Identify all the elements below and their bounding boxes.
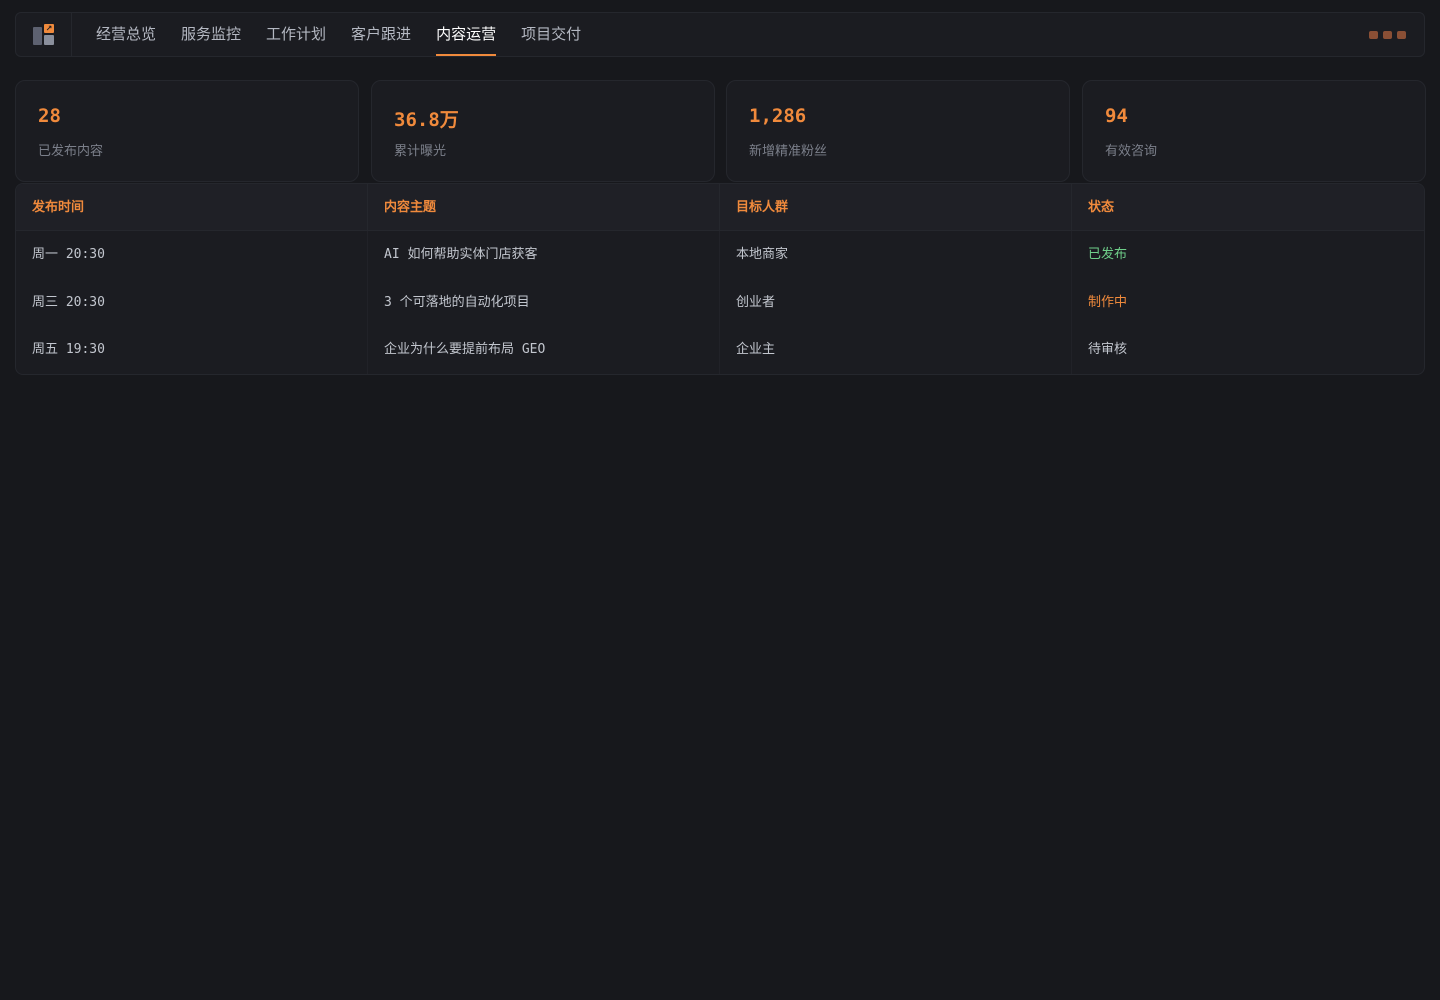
table-row[interactable]: 周五 19:30 企业为什么要提前布局 GEO 企业主 待审核 (16, 326, 1424, 374)
tab-work-plan[interactable]: 工作计划 (266, 13, 326, 56)
tab-content-operations[interactable]: 内容运营 (436, 13, 497, 56)
status-badge: 已发布 (1088, 247, 1128, 262)
stat-card-new-fans: 1,286 新增精准粉丝 (726, 80, 1070, 182)
stat-value: 36.8万 (394, 109, 459, 131)
cell-audience: 本地商家 (720, 231, 1072, 279)
window-dot-icon[interactable] (1383, 31, 1392, 39)
stat-cards: 28 已发布内容 36.8万 累计曝光 1,286 新增精准粉丝 94 有效咨询 (15, 80, 1426, 182)
cell-publish-time: 周三 20:30 (16, 278, 368, 326)
stat-card-published: 28 已发布内容 (15, 80, 359, 182)
window-dot-icon[interactable] (1369, 31, 1378, 39)
column-header-publish-time[interactable]: 发布时间 (16, 184, 368, 231)
content-schedule-table: 发布时间 内容主题 目标人群 状态 周一 20:30 AI 如何帮助实体门店获客… (15, 183, 1425, 375)
dashboard-logo-icon: ↗ (33, 24, 54, 45)
table-row[interactable]: 周三 20:30 3 个可落地的自动化项目 创业者 制作中 (16, 278, 1424, 326)
window-control-dots[interactable] (1369, 31, 1406, 39)
cell-publish-time: 周一 20:30 (16, 231, 368, 279)
stat-label: 有效咨询 (1105, 144, 1158, 159)
tab-customer-followup[interactable]: 客户跟进 (351, 13, 411, 56)
stat-card-inquiries: 94 有效咨询 (1082, 80, 1426, 182)
column-header-audience[interactable]: 目标人群 (720, 184, 1072, 231)
tab-business-overview[interactable]: 经营总览 (96, 13, 156, 56)
cell-publish-time: 周五 19:30 (16, 326, 368, 374)
table-row[interactable]: 周一 20:30 AI 如何帮助实体门店获客 本地商家 已发布 (16, 231, 1424, 279)
column-header-topic[interactable]: 内容主题 (368, 184, 720, 231)
stat-label: 新增精准粉丝 (749, 144, 828, 159)
cell-topic: AI 如何帮助实体门店获客 (368, 231, 720, 279)
stat-value: 1,286 (749, 105, 807, 127)
window-dot-icon[interactable] (1397, 31, 1406, 39)
status-badge: 制作中 (1088, 294, 1128, 310)
tab-service-monitoring[interactable]: 服务监控 (181, 13, 241, 56)
table-header: 发布时间 内容主题 目标人群 状态 (16, 184, 1424, 231)
cell-topic: 企业为什么要提前布局 GEO (368, 326, 720, 374)
stat-value: 94 (1105, 105, 1128, 127)
cell-audience: 企业主 (720, 326, 1072, 374)
main-nav-tabs: 经营总览 服务监控 工作计划 客户跟进 内容运营 项目交付 (96, 13, 606, 56)
stat-card-exposure: 36.8万 累计曝光 (371, 80, 715, 182)
stat-label: 已发布内容 (38, 144, 104, 159)
top-navigation-bar: ↗ 经营总览 服务监控 工作计划 客户跟进 内容运营 项目交付 (15, 12, 1425, 57)
stat-label: 累计曝光 (394, 144, 447, 159)
stat-value: 28 (38, 105, 61, 127)
cell-topic: 3 个可落地的自动化项目 (368, 278, 720, 326)
status-badge: 待审核 (1088, 342, 1128, 357)
logo-container[interactable]: ↗ (16, 13, 72, 56)
column-header-status[interactable]: 状态 (1072, 184, 1424, 231)
tab-project-delivery[interactable]: 项目交付 (521, 13, 581, 56)
cell-audience: 创业者 (720, 278, 1072, 326)
